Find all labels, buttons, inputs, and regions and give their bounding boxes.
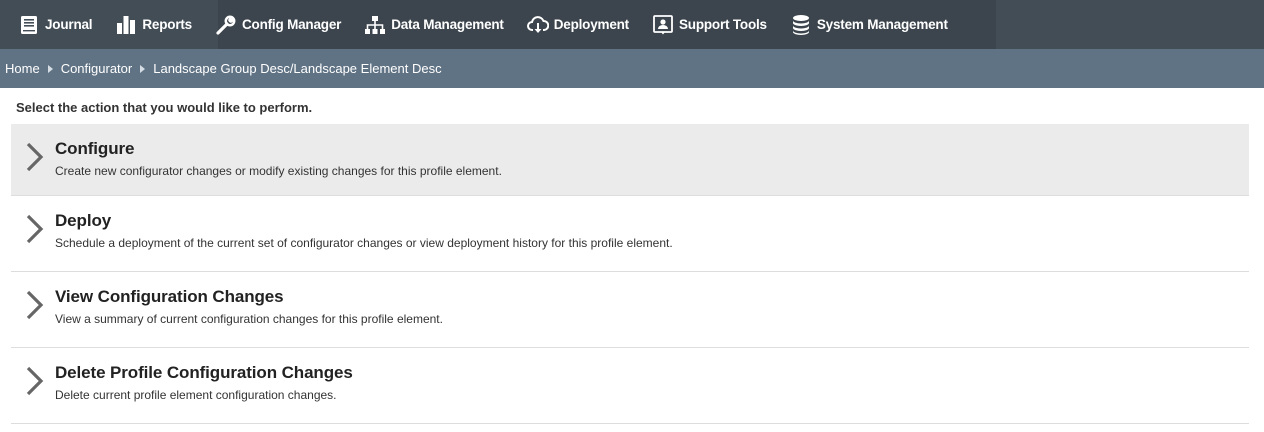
database-icon bbox=[790, 14, 812, 36]
main-content: Select the action that you would like to… bbox=[0, 88, 1264, 424]
book-icon bbox=[18, 14, 40, 36]
nav-label: Support Tools bbox=[678, 17, 767, 32]
action-view-configuration-changes[interactable]: View Configuration Changes View a summar… bbox=[11, 272, 1249, 348]
chevron-right-icon bbox=[11, 287, 55, 325]
action-delete-profile-configuration-changes[interactable]: Delete Profile Configuration Changes Del… bbox=[11, 348, 1249, 424]
nav-label: Data Management bbox=[391, 17, 504, 32]
bar-chart-icon bbox=[115, 14, 137, 36]
action-list: Configure Create new configurator change… bbox=[11, 124, 1249, 424]
page-prompt: Select the action that you would like to… bbox=[16, 100, 313, 115]
nav-item-config-manager[interactable]: Config Manager bbox=[205, 0, 354, 49]
action-description: View a summary of current configuration … bbox=[55, 312, 443, 326]
nav-label: Reports bbox=[142, 17, 192, 32]
nav-item-deployment[interactable]: Deployment bbox=[517, 0, 642, 49]
nav-label: Deployment bbox=[553, 17, 629, 32]
nav-item-system-management[interactable]: System Management bbox=[780, 0, 961, 49]
action-description: Delete current profile element configura… bbox=[55, 388, 337, 402]
hierarchy-icon bbox=[364, 14, 386, 36]
nav-item-support-tools[interactable]: Support Tools bbox=[642, 0, 780, 49]
action-description: Create new configurator changes or modif… bbox=[55, 164, 502, 178]
action-configure[interactable]: Configure Create new configurator change… bbox=[11, 124, 1249, 196]
nav-label: Config Manager bbox=[241, 17, 342, 32]
nav-item-journal[interactable]: Journal bbox=[8, 0, 105, 49]
breadcrumb-configurator[interactable]: Configurator bbox=[61, 61, 133, 76]
nav-item-reports[interactable]: Reports bbox=[105, 0, 205, 49]
action-title: Delete Profile Configuration Changes bbox=[55, 363, 353, 382]
breadcrumb-separator-icon bbox=[47, 64, 53, 73]
top-navigation: Journal Reports Config Manager Data Mana… bbox=[0, 0, 1264, 49]
nav-label: Journal bbox=[45, 17, 93, 32]
action-title: View Configuration Changes bbox=[55, 287, 284, 306]
cloud-download-icon bbox=[526, 14, 549, 36]
wrench-icon bbox=[215, 14, 237, 36]
chevron-right-icon bbox=[11, 363, 55, 401]
action-title: Configure bbox=[55, 139, 135, 158]
action-title: Deploy bbox=[55, 211, 112, 230]
breadcrumb-current: Landscape Group Desc/Landscape Element D… bbox=[153, 61, 442, 76]
chevron-right-icon bbox=[11, 139, 55, 177]
action-deploy[interactable]: Deploy Schedule a deployment of the curr… bbox=[11, 196, 1249, 272]
breadcrumb: Home Configurator Landscape Group Desc/L… bbox=[0, 49, 1264, 88]
nav-label: System Management bbox=[816, 17, 948, 32]
breadcrumb-home[interactable]: Home bbox=[5, 61, 40, 76]
support-user-icon bbox=[652, 14, 674, 36]
breadcrumb-separator-icon bbox=[140, 64, 146, 73]
nav-item-data-management[interactable]: Data Management bbox=[354, 0, 517, 49]
action-description: Schedule a deployment of the current set… bbox=[55, 236, 673, 250]
chevron-right-icon bbox=[11, 211, 55, 249]
